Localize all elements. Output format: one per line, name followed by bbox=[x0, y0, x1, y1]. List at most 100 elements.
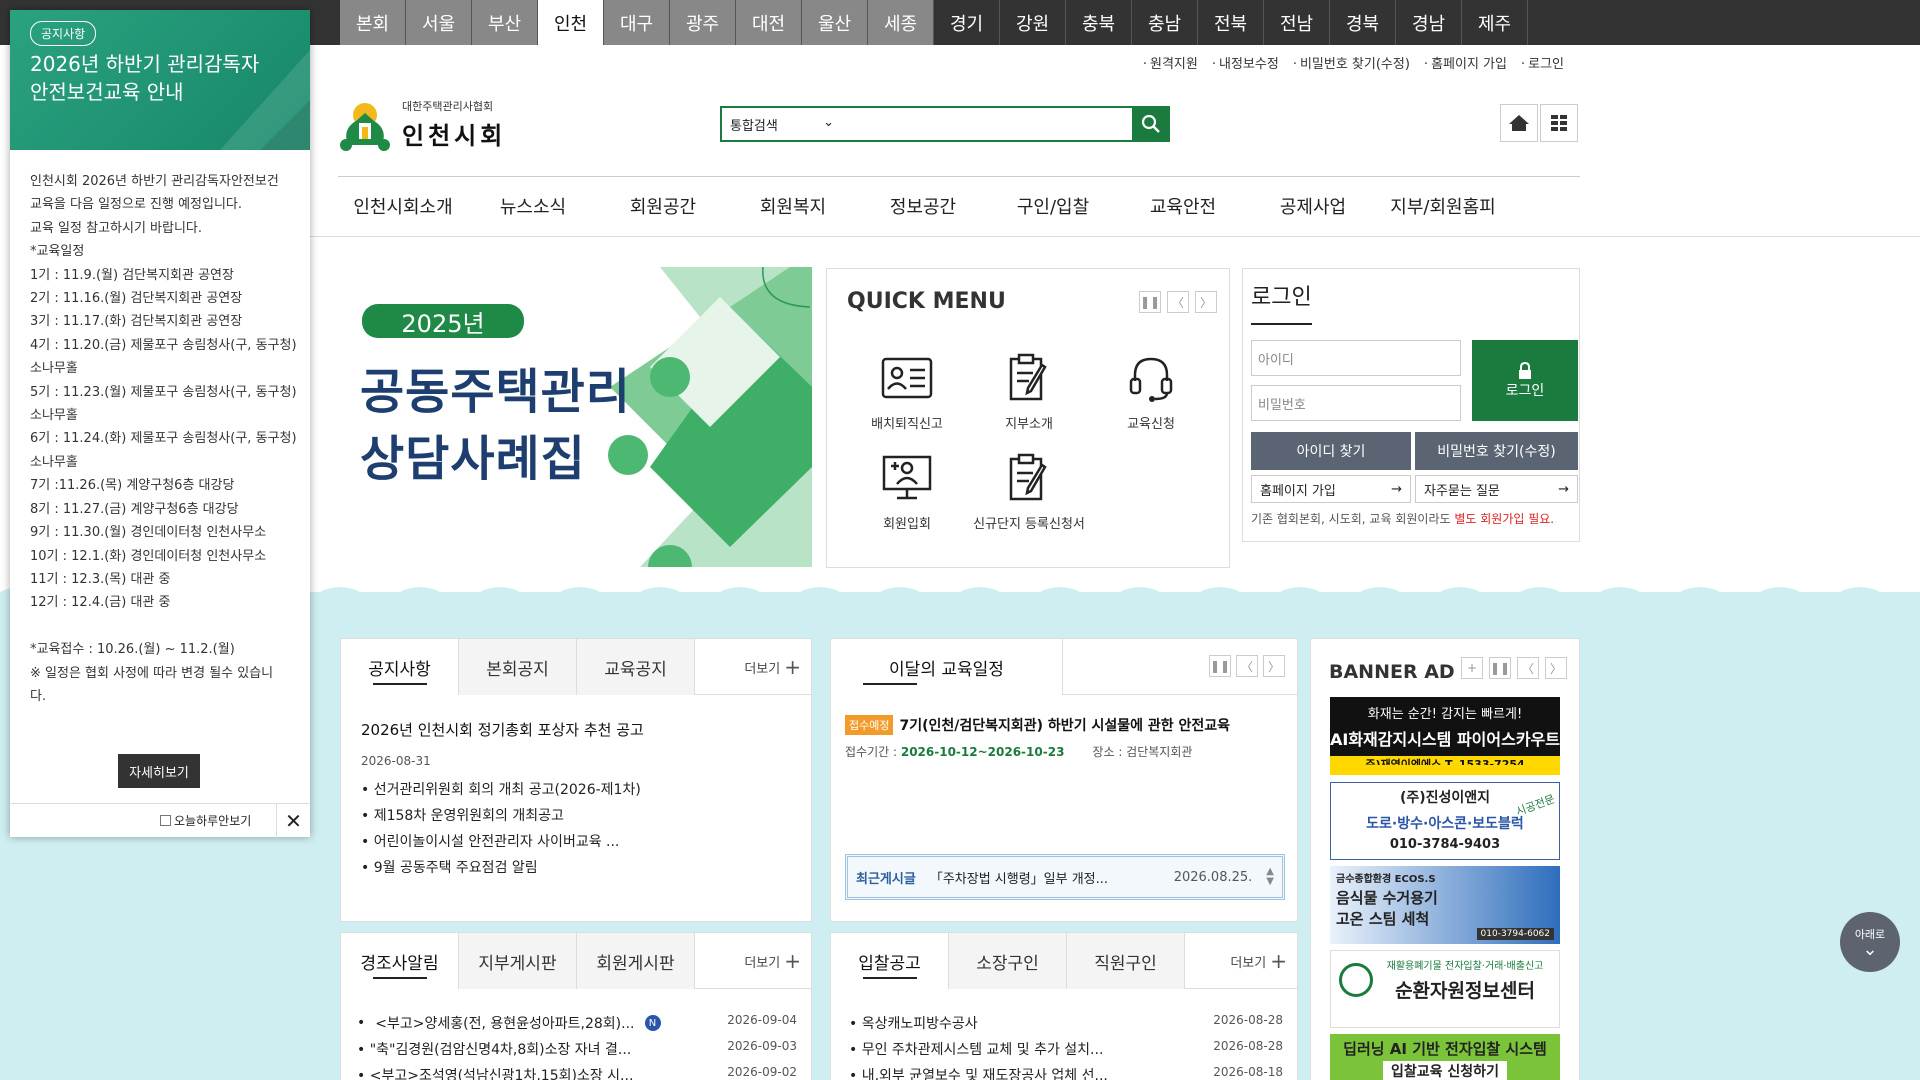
list-item[interactable]: 선거관리위원회 회의 개최 공고(2026-제1차) bbox=[361, 779, 801, 799]
list-item[interactable]: 9월 공동주택 주요점검 알림 bbox=[361, 857, 801, 877]
signup-link[interactable]: 홈페이지 가입 bbox=[1424, 53, 1507, 72]
scroll-down-button[interactable]: 아래로 ⌄ bbox=[1840, 912, 1900, 972]
remote-support-link[interactable]: 원격지원 bbox=[1143, 53, 1198, 72]
login-button[interactable]: 로그인 bbox=[1472, 340, 1578, 421]
ad-recycling-center[interactable]: 재활용폐기물 전자입찰·거래·배출신고 순환자원정보센터 bbox=[1330, 950, 1560, 1028]
region-tab[interactable]: 충북 bbox=[1066, 0, 1132, 45]
nav-about[interactable]: 인천시회소개 bbox=[338, 176, 468, 236]
tab-branch-board[interactable]: 지부게시판 bbox=[459, 933, 577, 989]
main-banner[interactable]: 2025년 공동주택관리 상담사례집 bbox=[340, 267, 812, 567]
notice-headline[interactable]: 2026년 인천시회 정기총회 포상자 추천 공고 bbox=[361, 719, 644, 740]
prev-button[interactable]: 〈 bbox=[1517, 657, 1539, 679]
notice-more-link[interactable]: 더보기 + bbox=[744, 657, 801, 677]
find-id-button[interactable]: 아이디 찾기 bbox=[1251, 432, 1411, 470]
table-row[interactable]: <부고>조석영(석남신광1차,15회)소장 시... 2026-09-02 bbox=[357, 1065, 797, 1080]
quick-item-member-join[interactable]: 회원입회 bbox=[847, 451, 967, 532]
sitemap-button[interactable] bbox=[1540, 104, 1578, 142]
region-tab[interactable]: 서울 bbox=[406, 0, 472, 45]
prev-button[interactable]: 〈 bbox=[1167, 291, 1189, 313]
table-row[interactable]: <부고>양세홍(전, 용현윤성아파트,28회)... N 2026-09-04 bbox=[357, 1013, 797, 1033]
table-row[interactable]: "축"김경원(검암신명4차,8회)소장 자녀 결... 2026-09-03 bbox=[357, 1039, 797, 1059]
user-id-field[interactable]: 아이디 bbox=[1251, 340, 1461, 376]
popup-body-line: 교육을 다음 일정으로 진행 예정입니다. bbox=[30, 197, 243, 213]
search-button[interactable] bbox=[1132, 106, 1170, 142]
tab-condolence[interactable]: 경조사알림 bbox=[341, 933, 459, 989]
region-tab[interactable]: 본회 bbox=[340, 0, 406, 45]
ad-ai-bidding[interactable]: 딥러닝 AI 기반 전자입찰 시스템 입찰교육 신청하기 bbox=[1330, 1034, 1560, 1080]
quick-item-education-apply[interactable]: 교육신청 bbox=[1091, 351, 1211, 432]
pause-button[interactable]: ❚❚ bbox=[1489, 657, 1511, 679]
region-tab[interactable]: 경북 bbox=[1330, 0, 1396, 45]
list-item[interactable]: 어린이놀이시설 안전관리자 사이버교육 ... bbox=[361, 831, 801, 851]
search-input[interactable] bbox=[842, 108, 1168, 140]
tab-member-board[interactable]: 회원게시판 bbox=[577, 933, 695, 989]
region-tab[interactable]: 대구 bbox=[604, 0, 670, 45]
recent-posts-ticker[interactable]: 최근게시글 「주차장법 시행령」일부 개정... 2026.08.25. ▲ ▼ bbox=[845, 854, 1285, 900]
login-link[interactable]: 로그인 bbox=[1521, 53, 1564, 72]
tab-edu-schedule[interactable]: 이달의 교육일정 bbox=[831, 639, 1063, 695]
next-button[interactable]: 〉 bbox=[1545, 657, 1567, 679]
table-row[interactable]: 무인 주차관제시스템 교체 및 추가 설치... 2026-08-28 bbox=[849, 1039, 1283, 1059]
nav-jobs-bids[interactable]: 구인/입찰 bbox=[988, 176, 1118, 236]
popup-more-button[interactable]: 자세히보기 bbox=[118, 754, 200, 788]
pause-button[interactable]: ❚❚ bbox=[1209, 655, 1231, 677]
nav-member-space[interactable]: 회원공간 bbox=[598, 176, 728, 236]
region-tab[interactable]: 울산 bbox=[802, 0, 868, 45]
find-password-button[interactable]: 비밀번호 찾기(수정) bbox=[1415, 432, 1578, 470]
tab-hq-notice[interactable]: 본회공지 bbox=[459, 639, 577, 695]
quick-item-new-complex[interactable]: 신규단지 등록신청서 bbox=[969, 451, 1089, 532]
next-button[interactable]: 〉 bbox=[1263, 655, 1285, 677]
region-tab[interactable]: 전북 bbox=[1198, 0, 1264, 45]
next-button[interactable]: 〉 bbox=[1195, 291, 1217, 313]
tab-notice[interactable]: 공지사항 bbox=[341, 639, 459, 695]
edu-item[interactable]: 접수예정 7기(인천/검단복지회관) 하반기 시설물에 관한 안전교육 bbox=[845, 715, 1285, 735]
search-scope-select[interactable]: 통합검색 ⌄ bbox=[722, 115, 842, 134]
ad-ecoss[interactable]: 금수종합환경 ECOS.S 음식물 수거용기 고온 스팀 세척 010-3794… bbox=[1330, 866, 1560, 944]
tab-manager-jobs[interactable]: 소장구인 bbox=[949, 933, 1067, 989]
tab-edu-notice[interactable]: 교육공지 bbox=[577, 639, 695, 695]
popup-close-button[interactable]: ✕ bbox=[276, 804, 310, 838]
nav-member-welfare[interactable]: 회원복지 bbox=[728, 176, 858, 236]
ad-jinsung[interactable]: (주)진성이앤지 도로·방수·아스콘·보도블럭 010-3784-9403 시공… bbox=[1330, 782, 1560, 860]
tab-staff-jobs[interactable]: 직원구인 bbox=[1067, 933, 1185, 989]
faq-button[interactable]: 자주묻는 질문 → bbox=[1415, 475, 1578, 503]
nav-education[interactable]: 교육안전 bbox=[1118, 176, 1248, 236]
region-tab[interactable]: 전남 bbox=[1264, 0, 1330, 45]
recent-text: 「주차장법 시행령」일부 개정... bbox=[929, 871, 1109, 887]
updown-arrow-icon[interactable]: ▲ ▼ bbox=[1266, 867, 1274, 887]
condolence-more-link[interactable]: 더보기 + bbox=[744, 951, 801, 971]
logo[interactable]: 대한주택관리사협회 인천시회 bbox=[338, 98, 506, 151]
nav-info[interactable]: 정보공간 bbox=[858, 176, 988, 236]
find-password-link[interactable]: 비밀번호 찾기(수정) bbox=[1293, 53, 1410, 72]
password-field[interactable]: 비밀번호 bbox=[1251, 385, 1461, 421]
region-tab[interactable]: 충남 bbox=[1132, 0, 1198, 45]
prev-button[interactable]: 〈 bbox=[1236, 655, 1258, 677]
region-tab[interactable]: 대전 bbox=[736, 0, 802, 45]
region-tab[interactable]: 제주 bbox=[1462, 0, 1528, 45]
region-tab[interactable]: 세종 bbox=[868, 0, 934, 45]
region-tab[interactable]: 광주 bbox=[670, 0, 736, 45]
region-tab[interactable]: 인천 bbox=[538, 0, 604, 45]
hide-today-checkbox[interactable]: 오늘하루안보기 bbox=[160, 812, 251, 829]
edit-profile-link[interactable]: 내정보수정 bbox=[1212, 53, 1279, 72]
region-tab[interactable]: 부산 bbox=[472, 0, 538, 45]
list-item[interactable]: 제158차 운영위원회의 개최공고 bbox=[361, 805, 801, 825]
ad-firescout[interactable]: 화재는 순간! 감지는 빠르게! AI화재감지시스템 파이어스카우트 주)재영이… bbox=[1330, 697, 1560, 775]
region-tab[interactable]: 강원 bbox=[1000, 0, 1066, 45]
tab-bid[interactable]: 입찰공고 bbox=[831, 933, 949, 989]
table-row[interactable]: 옥상캐노피방수공사 2026-08-28 bbox=[849, 1013, 1283, 1033]
nav-news[interactable]: 뉴스소식 bbox=[468, 176, 598, 236]
quick-item-retirement-report[interactable]: 배치퇴직신고 bbox=[847, 351, 967, 432]
quick-item-branch-intro[interactable]: 지부소개 bbox=[969, 351, 1089, 432]
add-button[interactable]: + bbox=[1461, 657, 1483, 679]
nav-branches[interactable]: 지부/회원홈피 bbox=[1378, 176, 1508, 236]
region-tab[interactable]: 경기 bbox=[934, 0, 1000, 45]
region-tab[interactable]: 경남 bbox=[1396, 0, 1462, 45]
pause-button[interactable]: ❚❚ bbox=[1139, 291, 1161, 313]
nav-mutual-aid[interactable]: 공제사업 bbox=[1248, 176, 1378, 236]
table-row[interactable]: 내,외부 균열보수 및 재도장공사 업체 선... 2026-08-18 bbox=[849, 1065, 1283, 1080]
bid-more-link[interactable]: 더보기 + bbox=[1230, 951, 1287, 971]
join-button[interactable]: 홈페이지 가입 → bbox=[1251, 475, 1411, 503]
popup-body-line: 소나무홀 bbox=[30, 454, 78, 470]
home-button[interactable] bbox=[1500, 104, 1538, 142]
